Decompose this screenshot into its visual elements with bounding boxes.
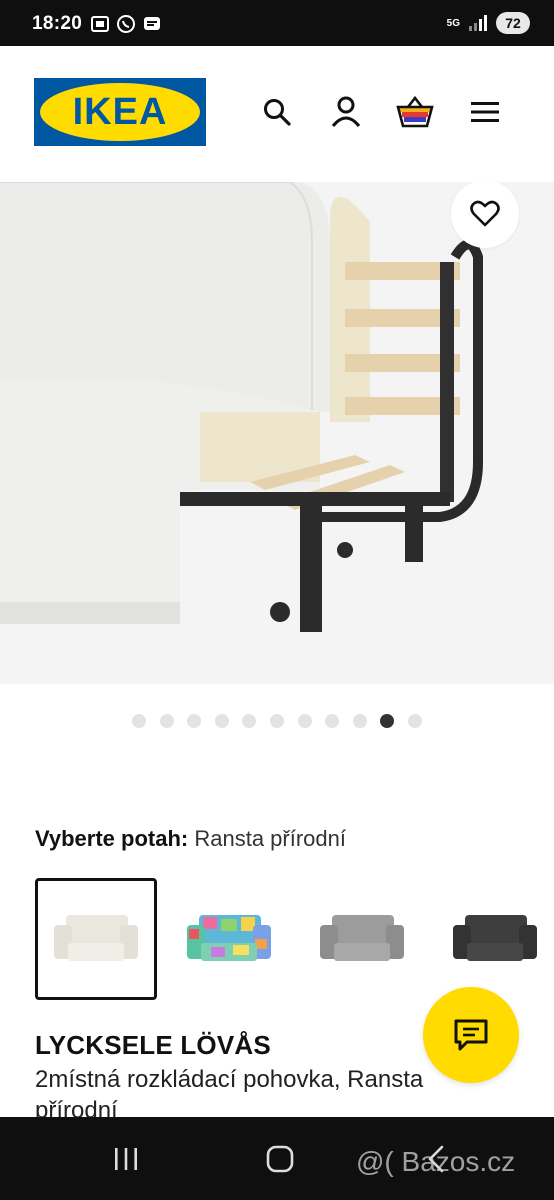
swatch-grey[interactable] [301,878,423,1000]
heart-icon [470,200,500,227]
sofa-frame-illustration [0,182,554,684]
carousel-dot[interactable] [270,714,284,728]
status-system-icons: 5G 72 [447,12,530,34]
swatch-ransta-natural[interactable] [35,878,157,1000]
network-5g-icon: 5G [446,17,460,29]
carousel-dot[interactable] [187,714,202,728]
user-icon[interactable] [326,92,366,132]
carousel-dot[interactable] [214,714,229,728]
carousel-dot[interactable] [352,714,367,728]
cover-label: Vyberte potah: Ransta přírodní [35,826,346,852]
sofa-thumbnail [453,915,537,961]
ikea-logo[interactable]: IKEA [34,78,206,146]
status-bar: 18:20 5G 72 [0,0,554,46]
cover-swatches [35,878,554,1000]
status-notification-icons [90,14,162,34]
message-icon [144,17,160,30]
basket-icon[interactable] [395,92,435,132]
whatsapp-icon [117,15,135,33]
carousel-dots [0,714,554,730]
carousel-dot[interactable] [132,714,147,728]
product-name: LYCKSELE LÖVÅS [35,1030,271,1060]
search-icon[interactable] [257,92,297,132]
battery-icon: 72 [496,12,530,34]
screenshot-icon [91,16,109,32]
page: 18:20 5G 72 IKEA Vyberte potah: Ransta p… [0,0,554,1200]
carousel-dot[interactable] [297,714,312,728]
carousel-dot[interactable] [380,714,395,728]
home-icon[interactable] [258,1141,302,1177]
cover-label-value: Ransta přírodní [194,826,346,851]
sofa-thumbnail [54,915,138,961]
watermark: @( Bazos.cz [356,1146,516,1177]
chat-icon [454,1019,488,1051]
favorite-button[interactable] [451,180,519,248]
carousel-dot[interactable] [407,714,422,728]
swatch-multicolor[interactable] [168,878,290,1000]
carousel-dot[interactable] [242,714,257,728]
swatch-dark-grey[interactable] [434,878,554,1000]
logo-text: IKEA [72,90,168,133]
carousel-dot[interactable] [159,714,174,728]
cover-label-title: Vyberte potah: [35,826,189,851]
logo-oval: IKEA [40,83,200,141]
app-header: IKEA [0,46,554,182]
status-time: 18:20 [32,13,83,34]
sofa-thumbnail [320,915,404,961]
menu-icon[interactable] [465,92,505,132]
sofa-thumbnail [187,915,271,961]
chat-button[interactable] [423,987,519,1083]
signal-icon [469,15,487,31]
carousel-dot[interactable] [325,714,340,728]
recents-icon[interactable] [104,1141,148,1177]
product-image[interactable] [0,182,554,684]
